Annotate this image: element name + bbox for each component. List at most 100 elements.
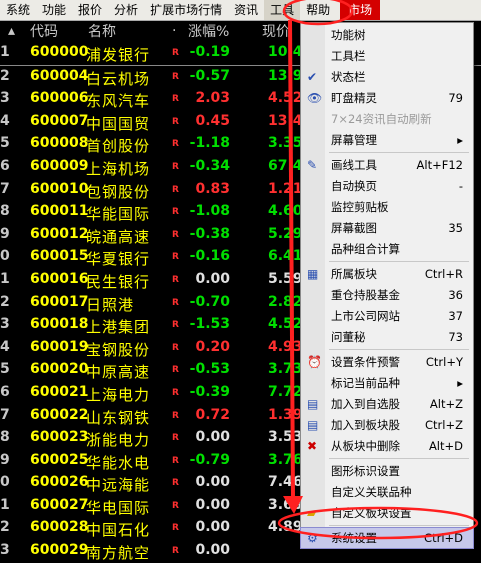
current-price: 7.72 — [268, 383, 303, 400]
margin-flag-icon: R — [172, 320, 179, 331]
change-percent: 0.00 — [195, 474, 230, 491]
row-index: 2 — [0, 67, 10, 84]
menu-separator — [329, 152, 469, 153]
margin-flag-icon: R — [172, 365, 179, 376]
menu-item[interactable]: 自动换页 - — [301, 176, 473, 196]
stock-code: 600025 — [30, 451, 89, 468]
header-price[interactable]: 现价 — [262, 21, 290, 41]
menu-item-label: 7×24资讯自动刷新 — [331, 112, 432, 126]
stock-code: 600006 — [30, 90, 89, 107]
stock-name: 中远海能 — [86, 476, 151, 495]
menu-system[interactable]: 系统 — [0, 0, 36, 20]
menu-item[interactable]: ▦ 所属板块 Ctrl+R — [301, 264, 473, 284]
row-index: 7 — [0, 406, 10, 423]
row-index: 3 — [0, 316, 10, 333]
menu-item[interactable]: ⏰ 设置条件预警 Ctrl+Y — [301, 352, 473, 372]
menu-item[interactable]: 功能树 — [301, 25, 473, 45]
menu-item-label: 盯盘精灵 — [331, 91, 377, 105]
row-index: 5 — [0, 135, 10, 152]
menu-item-label: 加入到板块股 — [331, 418, 400, 432]
menu-item-shortcut: Alt+F12 — [416, 158, 463, 172]
menu-item-label: 上市公司网站 — [331, 309, 400, 323]
current-price: 3.73 — [268, 361, 303, 378]
header-index-icon: ▴ — [8, 23, 16, 39]
menu-item-shortcut: ▸ — [457, 376, 463, 390]
current-price: 1.39 — [268, 406, 303, 423]
menu-item[interactable]: 👁 盯盘精灵 79 — [301, 88, 473, 108]
row-index: 6 — [0, 157, 10, 174]
menu-item[interactable]: 品种组合计算 — [301, 239, 473, 259]
menu-item[interactable]: ▰ 自定义板块设置 — [301, 503, 473, 523]
menu-item-label: 屏幕截图 — [331, 221, 377, 235]
stock-code: 600022 — [30, 406, 89, 423]
menu-item-label: 监控剪贴板 — [331, 200, 389, 214]
menu-item[interactable]: 标记当前品种 ▸ — [301, 373, 473, 393]
stock-code: 600023 — [30, 429, 89, 446]
menu-item[interactable]: 图形标识设置 — [301, 461, 473, 481]
menu-analysis[interactable]: 分析 — [108, 0, 144, 20]
menu-item[interactable]: 问董秘 73 — [301, 327, 473, 347]
menu-item[interactable]: 工具栏 — [301, 46, 473, 66]
change-percent: -1.18 — [189, 135, 230, 152]
margin-flag-icon: R — [172, 207, 179, 218]
menu-help[interactable]: 帮助 — [300, 0, 336, 20]
stock-name: 华能国际 — [86, 205, 151, 224]
folder-icon: ▰ — [307, 506, 317, 520]
row-index: 0 — [0, 248, 10, 265]
menu-item[interactable]: 屏幕截图 35 — [301, 218, 473, 238]
tools-dropdown-menu: 功能树 工具栏 ✔ 状态栏 👁 盯盘精灵 79 7×24资讯自动刷新 屏幕管理 ▸ ✎ 画线工具 Alt… — [300, 22, 474, 549]
menu-item[interactable]: ✖ 从板块中删除 Alt+D — [301, 436, 473, 456]
margin-flag-icon: R — [172, 139, 179, 150]
menu-market[interactable]: 市场 — [340, 0, 381, 20]
menu-item[interactable]: ✎ 画线工具 Alt+F12 — [301, 155, 473, 175]
menu-item-label: 画线工具 — [331, 158, 377, 172]
current-price: 2.82 — [268, 293, 303, 310]
margin-flag-icon: R — [172, 229, 179, 240]
menu-function[interactable]: 功能 — [36, 0, 72, 20]
stock-code: 600007 — [30, 112, 89, 129]
margin-flag-icon: R — [172, 48, 179, 58]
row-index: 4 — [0, 338, 10, 355]
current-price: 6.41 — [268, 248, 303, 265]
change-percent: 0.00 — [195, 519, 230, 536]
header-name[interactable]: 名称 — [88, 21, 116, 41]
menu-item-label: 从板块中删除 — [331, 439, 400, 453]
menu-tools[interactable]: 工具 — [264, 0, 301, 20]
margin-flag-icon: R — [172, 161, 179, 172]
menu-item[interactable]: ▤ 加入到板块股 Ctrl+Z — [301, 415, 473, 435]
header-code[interactable]: 代码 — [30, 21, 58, 41]
menu-item[interactable]: 自定义关联品种 — [301, 482, 473, 502]
header-change[interactable]: 涨幅% — [188, 21, 229, 41]
stock-name: 上海电力 — [86, 385, 151, 404]
change-percent: -0.79 — [189, 451, 230, 468]
menu-separator — [329, 458, 469, 459]
margin-flag-icon: R — [172, 500, 179, 511]
stock-name: 上海机场 — [86, 159, 151, 178]
menu-news[interactable]: 资讯 — [228, 0, 264, 20]
menu-separator — [329, 525, 469, 526]
row-index: 7 — [0, 180, 10, 197]
change-percent: -0.70 — [189, 293, 230, 310]
menu-quote[interactable]: 报价 — [72, 0, 108, 20]
stock-code: 600004 — [30, 67, 89, 84]
delete-icon: ✖ — [307, 439, 318, 453]
header-flag: · — [172, 23, 177, 39]
stock-name: 日照港 — [86, 295, 135, 314]
current-price: 3.76 — [268, 451, 303, 468]
menu-item-label: 图形标识设置 — [331, 464, 400, 478]
menu-item[interactable]: 屏幕管理 ▸ — [301, 130, 473, 150]
menu-item[interactable]: 重仓持股基金 36 — [301, 285, 473, 305]
stock-name: 华夏银行 — [86, 250, 151, 269]
menu-item[interactable]: ⚙ 系统设置 Ctrl+D — [300, 527, 474, 549]
menu-extended-market[interactable]: 扩展市场行情 — [144, 0, 228, 20]
stock-code: 600028 — [30, 519, 89, 536]
change-percent: -0.16 — [189, 248, 230, 265]
menu-item[interactable]: 上市公司网站 37 — [301, 306, 473, 326]
menu-item[interactable]: ▤ 加入到自选股 Alt+Z — [301, 394, 473, 414]
row-index: 5 — [0, 361, 10, 378]
stock-name: 包钢股份 — [86, 182, 151, 201]
menu-item-label: 自定义关联品种 — [331, 485, 412, 499]
menu-item[interactable]: 监控剪贴板 — [301, 197, 473, 217]
row-index: 9 — [0, 451, 10, 468]
menu-item[interactable]: ✔ 状态栏 — [301, 67, 473, 87]
